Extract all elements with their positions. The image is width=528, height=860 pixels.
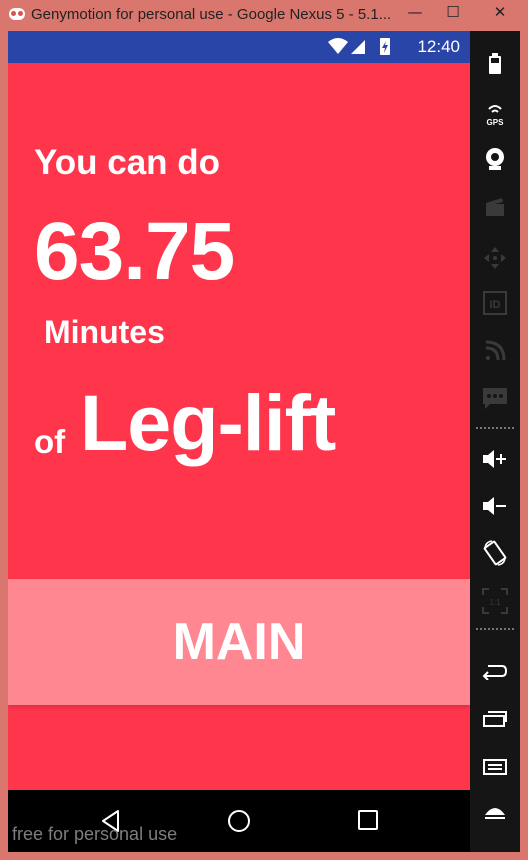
rss-icon[interactable] [470,331,520,371]
minutes-value: 63.75 [34,206,235,297]
svg-text:ID: ID [490,299,501,311]
toolbar-separator [476,427,514,429]
wifi-icon [328,38,348,54]
menu-icon[interactable] [470,747,520,787]
nav-home-icon[interactable] [227,809,251,833]
gps-icon[interactable]: GPS [470,93,520,133]
signal-icon [351,40,365,54]
webcam-icon[interactable] [470,139,520,179]
status-bar: 12:40 [8,31,470,63]
intro-text: You can do [34,143,221,182]
main-button[interactable]: MAIN [8,579,470,705]
window-title: Genymotion for personal use - Google Nex… [31,6,392,23]
status-icons [328,38,390,55]
back-icon[interactable] [470,651,520,691]
rotate-icon[interactable] [470,533,520,573]
gps-label: GPS [487,118,505,126]
maximize-button[interactable]: ☐ [438,0,468,26]
id-icon[interactable]: ID [470,283,520,323]
phone-screen: 12:40 You can do 63.75 Minutes of Leg-li… [8,31,470,852]
sms-icon[interactable] [470,379,520,419]
home-icon[interactable] [470,794,520,834]
window-bottom-border [0,852,528,860]
exercise-name: Leg-lift [80,378,336,467]
genymotion-logo-icon [9,8,25,20]
nav-recent-apps-icon[interactable] [357,809,379,831]
of-label: of [34,423,66,460]
dpad-icon[interactable] [470,238,520,278]
close-button[interactable]: ✕ [478,0,522,26]
navigation-bar: free for personal use [8,790,470,852]
window-title-bar: Genymotion for personal use - Google Nex… [0,0,528,31]
volume-up-icon[interactable] [470,439,520,479]
unit-label: Minutes [44,314,165,350]
personal-use-watermark: free for personal use [12,824,178,844]
recent-apps-icon[interactable] [470,699,520,739]
status-time: 12:40 [417,37,460,56]
battery-icon[interactable] [470,44,520,84]
svg-text:1:1: 1:1 [489,598,501,607]
pixel-perfect-icon[interactable]: 1:1 [470,581,520,621]
emulator-toolbar: GPS ID 1:1 [470,31,520,852]
toolbar-separator [476,628,514,630]
volume-down-icon[interactable] [470,486,520,526]
clapperboard-icon[interactable] [470,187,520,227]
minimize-button[interactable]: — [400,0,430,26]
